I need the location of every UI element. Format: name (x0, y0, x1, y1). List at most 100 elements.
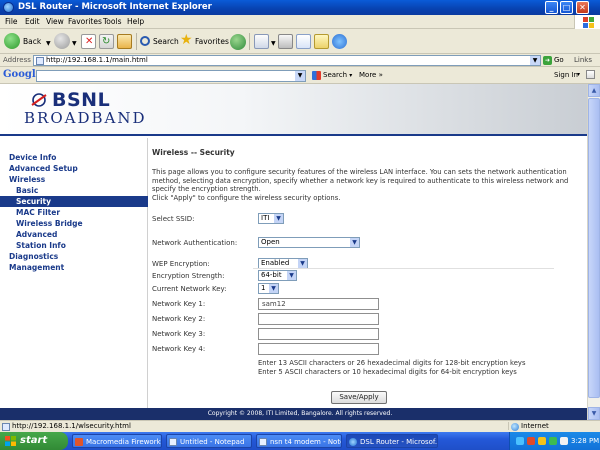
go-button[interactable]: ➜ Go (543, 55, 571, 66)
forward-dropdown-icon[interactable]: ▼ (72, 40, 77, 47)
menu-file[interactable]: File (5, 17, 18, 26)
network-key-3-label: Network Key 3: (152, 330, 206, 338)
sidebar-item-diagnostics[interactable]: Diagnostics (0, 251, 148, 262)
google-more-button[interactable]: More » (359, 71, 383, 79)
task-dsl-router-ie[interactable]: DSL Router - Microsof... (346, 434, 438, 448)
start-button[interactable]: start (0, 432, 68, 450)
refresh-icon[interactable]: ↻ (99, 34, 114, 49)
status-bar: http://192.168.1.1/wlsecurity.html Inter… (0, 420, 600, 432)
favorites-button[interactable]: ★ Favorites (180, 32, 229, 50)
network-key-3-input[interactable] (258, 328, 379, 340)
network-key-4-input[interactable] (258, 343, 379, 355)
network-icon[interactable] (516, 437, 524, 445)
sidebar-item-management[interactable]: Management (0, 262, 148, 273)
sidebar-item-mac-filter[interactable]: MAC Filter (0, 207, 148, 218)
home-icon[interactable] (117, 34, 132, 49)
windows-logo-icon (574, 15, 600, 29)
fireworks-icon (75, 438, 83, 446)
windows-flag-icon (5, 436, 16, 446)
sidebar-item-advanced-setup[interactable]: Advanced Setup (0, 163, 148, 174)
key-hint-64bit: Enter 5 ASCII characters or 10 hexadecim… (258, 368, 517, 376)
back-dropdown-icon[interactable]: ▼ (46, 40, 51, 47)
page-content: BSNL BROADBAND Device Info Advanced Setu… (0, 84, 600, 420)
minimize-button[interactable]: _ (545, 1, 558, 14)
links-toolbar[interactable]: Links (574, 56, 592, 64)
go-arrow-icon: ➜ (543, 56, 552, 65)
sidebar-item-security[interactable]: Security (0, 196, 148, 207)
edit-page-icon[interactable] (296, 34, 311, 49)
menu-bar: File Edit View Favorites Tools Help (0, 15, 600, 29)
sidebar-item-basic[interactable]: Basic (0, 185, 148, 196)
network-auth-select[interactable]: Open ▼ (258, 237, 360, 248)
task-notepad-untitled[interactable]: Untitled - Notepad (166, 434, 252, 448)
network-key-2-input[interactable] (258, 313, 379, 325)
back-button[interactable]: Back (4, 33, 44, 50)
system-tray: 3:28 PM (509, 432, 600, 450)
scroll-thumb[interactable] (588, 98, 600, 398)
forward-button[interactable] (54, 33, 70, 50)
task-notepad-modem[interactable]: nsn t4 modem - Note... (256, 434, 342, 448)
back-arrow-icon (4, 33, 20, 49)
google-search-button[interactable]: Search ▾ (312, 71, 352, 80)
google-toolbar: Google ▼ Search ▾ More » Sign In ▾ (0, 67, 600, 84)
history-icon[interactable] (230, 34, 246, 50)
stop-icon[interactable]: ✕ (81, 34, 96, 49)
close-button[interactable]: ✕ (576, 1, 589, 14)
ssid-select[interactable]: ITI ▼ (258, 213, 284, 224)
bsnl-logo-text: BSNL (52, 89, 111, 111)
encryption-strength-label: Encryption Strength: (152, 272, 225, 280)
key-hint-128bit: Enter 13 ASCII characters or 26 hexadeci… (258, 359, 526, 367)
sidebar-nav: Device Info Advanced Setup Wireless Basi… (0, 138, 148, 408)
chevron-down-icon: ▼ (274, 214, 283, 223)
current-network-key-label: Current Network Key: (152, 285, 227, 293)
bsnl-banner: BSNL BROADBAND (0, 84, 600, 136)
title-bar: DSL Router - Microsoft Internet Explorer… (0, 0, 600, 15)
search-icon (140, 36, 150, 46)
address-bar: Address http://192.168.1.1/main.html ▼ ➜… (0, 54, 600, 67)
sidebar-item-device-info[interactable]: Device Info (0, 152, 148, 163)
page-description: This page allows you to configure securi… (152, 168, 569, 202)
google-settings-icon[interactable] (586, 70, 595, 79)
task-fireworks[interactable]: Macromedia Firework... (72, 434, 162, 448)
save-apply-button[interactable]: Save/Apply (331, 391, 387, 404)
notepad-icon (259, 438, 267, 446)
menu-help[interactable]: Help (127, 17, 144, 26)
mail-dropdown-icon[interactable]: ▼ (271, 40, 276, 47)
scroll-up-icon[interactable]: ▲ (588, 84, 600, 97)
network-key-1-input[interactable]: sam12 (258, 298, 379, 310)
print-icon[interactable] (278, 34, 293, 49)
security-alert-icon[interactable] (538, 437, 546, 445)
mail-icon[interactable] (254, 34, 269, 49)
google-search-dropdown-icon[interactable]: ▼ (295, 71, 305, 81)
maximize-button[interactable]: □ (560, 1, 573, 14)
bsnl-logo-icon (31, 93, 47, 107)
vertical-scrollbar[interactable]: ▲ ▼ (587, 84, 600, 420)
antivirus-icon[interactable] (527, 437, 535, 445)
menu-edit[interactable]: Edit (25, 17, 40, 26)
notepad-icon (169, 438, 177, 446)
volume-icon[interactable] (560, 437, 568, 445)
security-zone: Internet (508, 422, 549, 431)
discuss-folder-icon[interactable] (314, 34, 329, 49)
scroll-down-icon[interactable]: ▼ (588, 407, 600, 420)
menu-view[interactable]: View (46, 17, 64, 26)
page-icon (2, 423, 10, 431)
google-search-input[interactable]: ▼ (36, 70, 306, 82)
sidebar-item-advanced[interactable]: Advanced (0, 229, 148, 240)
google-sign-in-button[interactable]: Sign In (554, 71, 578, 79)
sidebar-item-station-info[interactable]: Station Info (0, 240, 148, 251)
menu-favorites[interactable]: Favorites (68, 17, 102, 26)
messenger-tray-icon[interactable] (549, 437, 557, 445)
search-button[interactable]: Search (140, 33, 179, 50)
network-key-4-label: Network Key 4: (152, 345, 206, 353)
menu-tools[interactable]: Tools (103, 17, 121, 26)
address-input[interactable]: http://192.168.1.1/main.html ▼ (33, 55, 541, 66)
sidebar-item-wireless-bridge[interactable]: Wireless Bridge (0, 218, 148, 229)
messenger-icon[interactable] (332, 34, 347, 49)
sidebar-item-wireless[interactable]: Wireless (0, 174, 148, 185)
favorites-star-icon: ★ (180, 32, 193, 48)
google-sign-in-dropdown-icon[interactable]: ▾ (577, 71, 580, 78)
address-dropdown-icon[interactable]: ▼ (530, 56, 540, 65)
address-label: Address (3, 56, 31, 64)
chevron-down-icon: ▼ (298, 259, 307, 268)
